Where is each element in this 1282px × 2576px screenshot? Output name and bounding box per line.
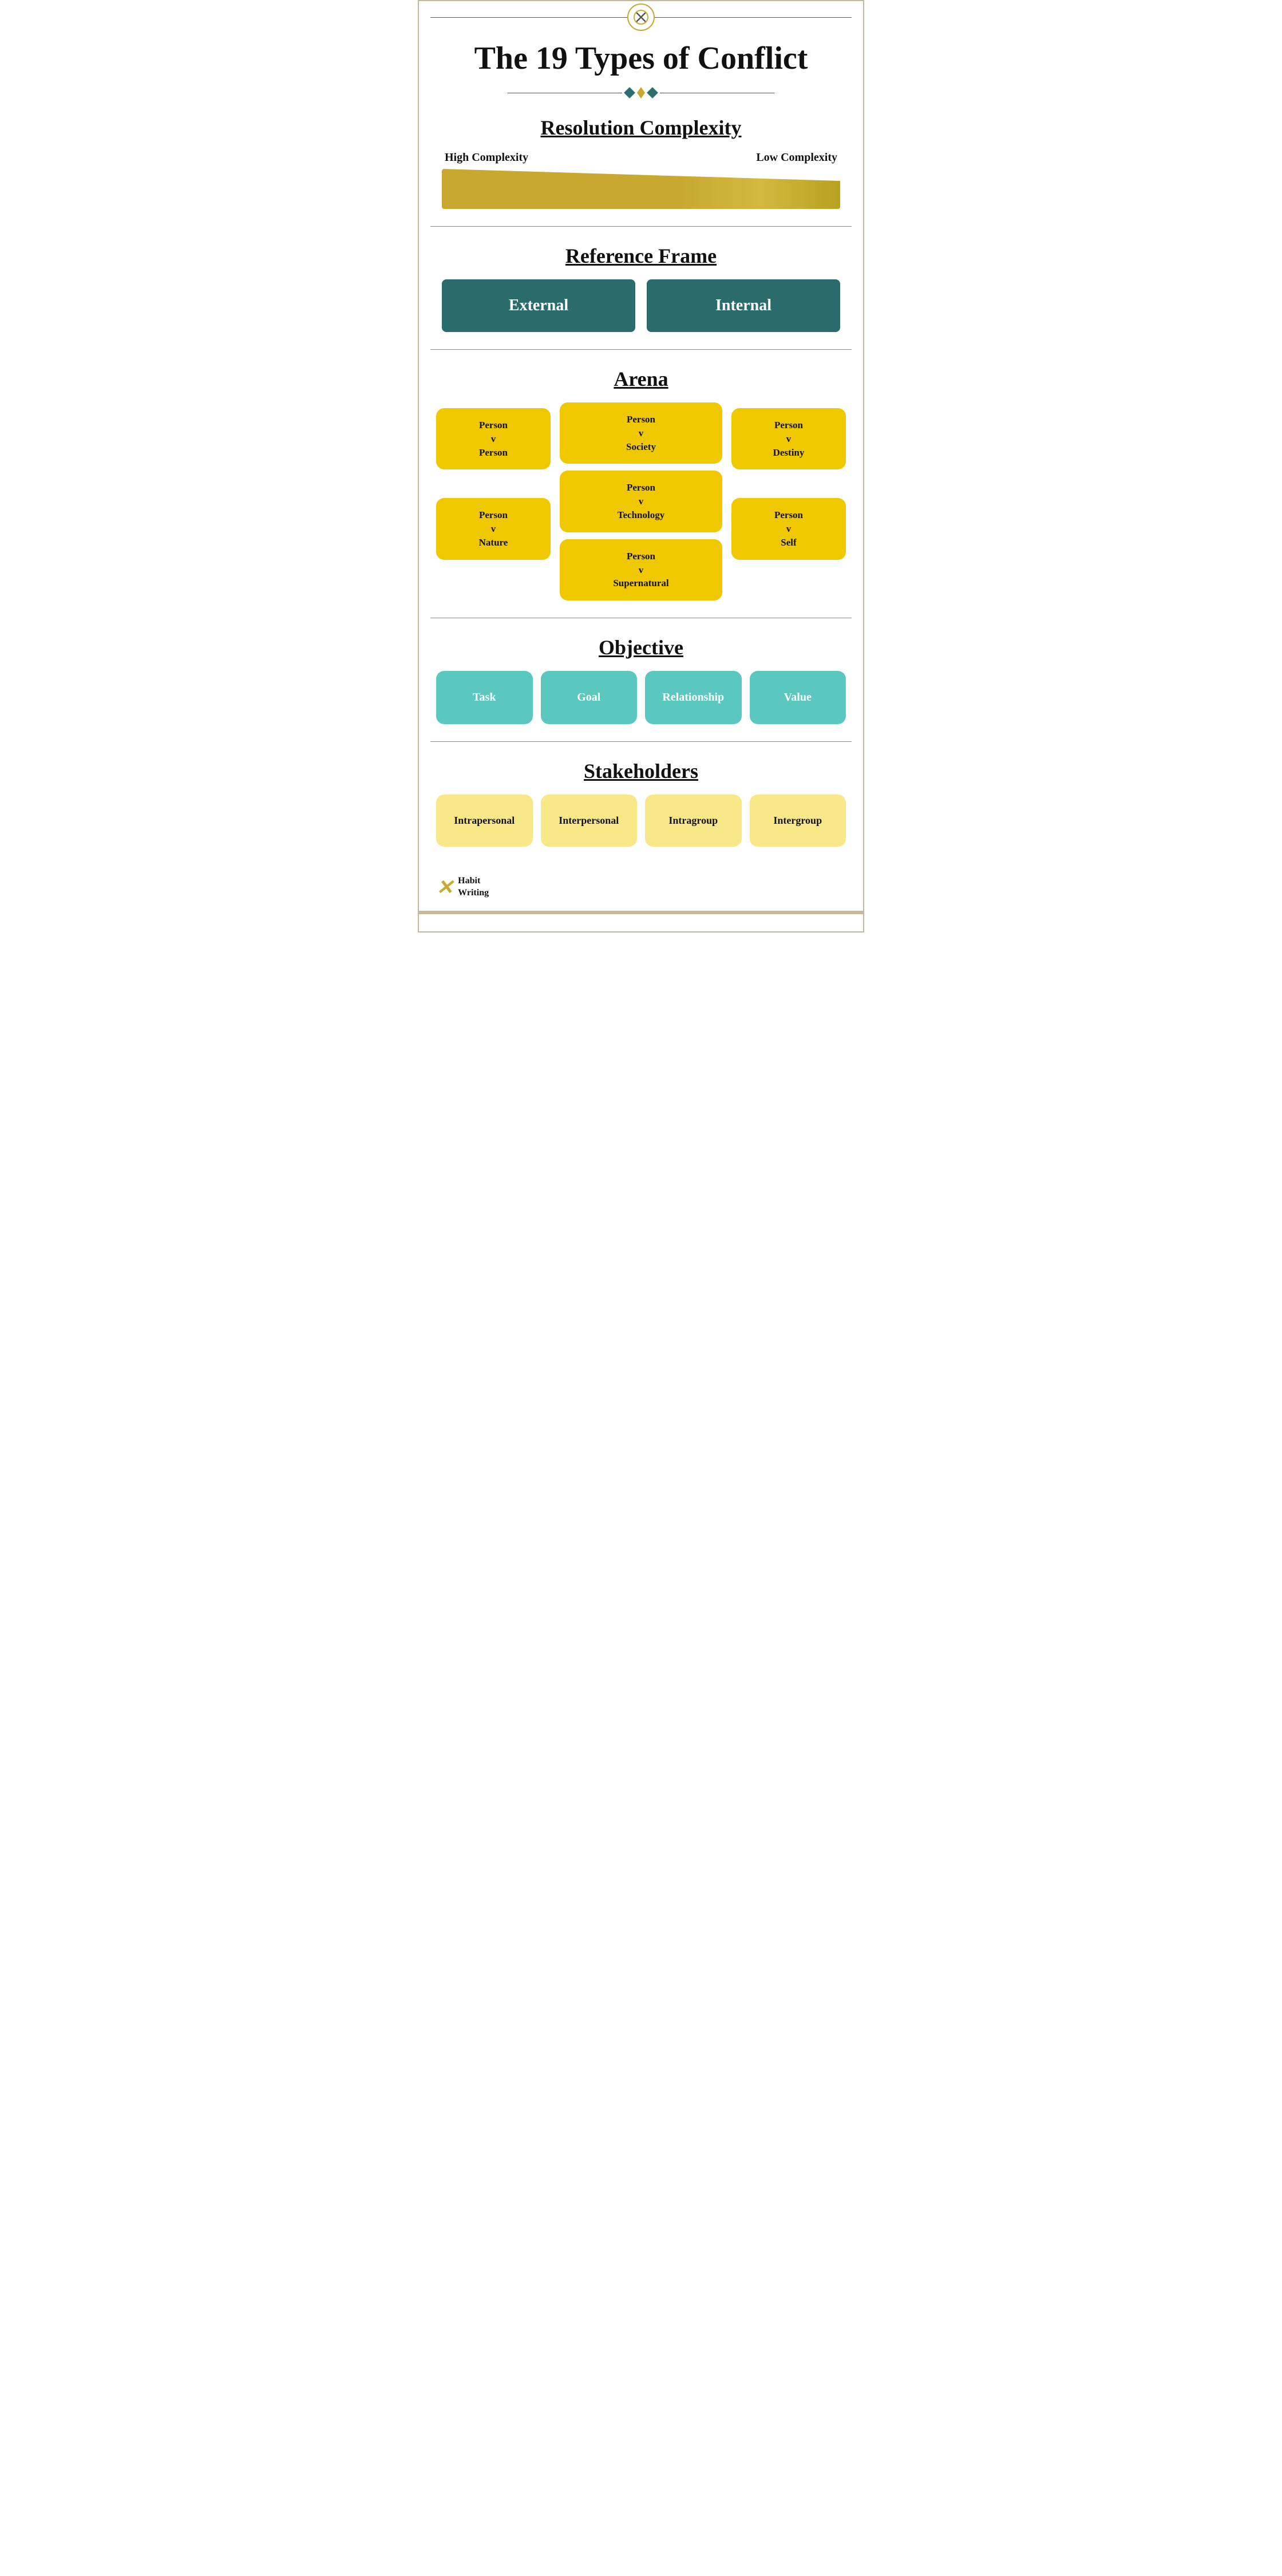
obj-relationship: Relationship: [645, 671, 742, 724]
arena-col-left: PersonvPerson PersonvNature: [436, 402, 551, 560]
objective-boxes: Task Goal Relationship Value: [436, 671, 846, 724]
footer-logo: ✕ Habit Writing: [436, 875, 489, 899]
obj-goal: Goal: [541, 671, 638, 724]
brand-line2: Writing: [458, 888, 489, 898]
arena-col-right: PersonvDestiny PersonvSelf: [731, 402, 846, 560]
resolution-section: Resolution Complexity High Complexity Lo…: [419, 116, 863, 226]
diamond-teal2-icon: [647, 87, 658, 98]
page-title: The 19 Types of Conflict: [419, 29, 863, 82]
low-complexity-label: Low Complexity: [756, 151, 837, 164]
obj-value: Value: [750, 671, 846, 724]
complexity-bar: [442, 169, 840, 209]
reference-title: Reference Frame: [442, 244, 840, 268]
external-box: External: [442, 279, 635, 332]
arena-col-center: PersonvSociety PersonvTechnology Personv…: [560, 402, 722, 600]
logo-circle: [627, 3, 655, 31]
title-divider: [419, 87, 863, 98]
stake-interpersonal: Interpersonal: [541, 795, 638, 847]
arena-person-society: PersonvSociety: [560, 402, 722, 464]
stake-intergroup: Intergroup: [750, 795, 846, 847]
arena-person-supernatural: PersonvSupernatural: [560, 539, 722, 600]
arena-person-self: PersonvSelf: [731, 498, 846, 559]
arena-person-technology: PersonvTechnology: [560, 471, 722, 532]
bottom-border: [419, 911, 863, 914]
high-complexity-label: High Complexity: [445, 151, 528, 164]
arena-person-person: PersonvPerson: [436, 408, 551, 469]
footer-x-icon: ✕: [436, 875, 453, 899]
logo-icon: [633, 9, 649, 25]
top-border: [419, 6, 863, 29]
complexity-labels: High Complexity Low Complexity: [442, 151, 840, 164]
stake-intrapersonal: Intrapersonal: [436, 795, 533, 847]
divider-2: [430, 349, 852, 350]
diamond-teal-icon: [624, 87, 635, 98]
diamond-gold-icon: [637, 87, 645, 98]
obj-task: Task: [436, 671, 533, 724]
arena-person-nature: PersonvNature: [436, 498, 551, 559]
reference-boxes: External Internal: [442, 279, 840, 332]
reference-section: Reference Frame External Internal: [419, 244, 863, 349]
arena-grid: PersonvPerson PersonvNature PersonvSocie…: [436, 402, 846, 600]
objective-title: Objective: [436, 635, 846, 659]
arena-title: Arena: [436, 367, 846, 391]
stake-intragroup: Intragroup: [645, 795, 742, 847]
divider-1: [430, 226, 852, 227]
footer: ✕ Habit Writing: [419, 864, 863, 905]
internal-box: Internal: [647, 279, 840, 332]
stakeholder-boxes: Intrapersonal Interpersonal Intragroup I…: [436, 795, 846, 847]
stakeholders-title: Stakeholders: [436, 759, 846, 783]
stakeholders-section: Stakeholders Intrapersonal Interpersonal…: [419, 759, 863, 864]
brand-line1: Habit: [458, 876, 480, 886]
resolution-title: Resolution Complexity: [442, 116, 840, 140]
objective-section: Objective Task Goal Relationship Value: [419, 635, 863, 741]
divider-4: [430, 741, 852, 742]
page-wrapper: The 19 Types of Conflict Resolution Comp…: [418, 0, 864, 933]
arena-section: Arena PersonvPerson PersonvNature Person…: [419, 367, 863, 618]
footer-brand-text: Habit Writing: [458, 875, 489, 899]
arena-person-destiny: PersonvDestiny: [731, 408, 846, 469]
